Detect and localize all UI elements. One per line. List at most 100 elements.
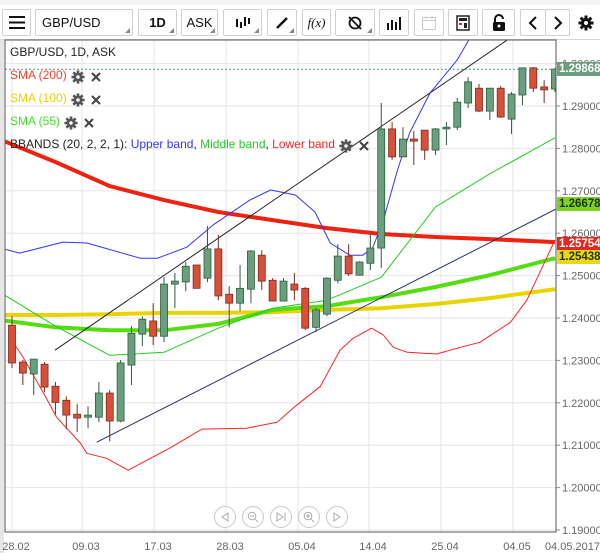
legend-indicator: SMA (200) [10, 64, 371, 87]
close-icon[interactable] [357, 138, 371, 152]
sma100-price-label: 1.25438 [557, 250, 600, 265]
bbands-upper-label: Upper band [130, 137, 194, 151]
gear-icon[interactable] [339, 138, 353, 153]
candle [388, 122, 397, 160]
candle [333, 244, 342, 284]
candle [323, 277, 331, 317]
close-icon[interactable] [82, 115, 96, 129]
candle-body [214, 248, 223, 297]
candle [138, 316, 147, 346]
candle-body [540, 86, 549, 91]
price-tick-label: 1.19000 [562, 525, 600, 537]
candle-body [388, 128, 397, 158]
indicator-label: SMA (100) [10, 91, 67, 105]
candle-body [475, 87, 483, 112]
candle-body [442, 126, 451, 130]
candle [170, 273, 179, 309]
candle [214, 234, 223, 301]
go-to-end-icon [276, 512, 286, 522]
candle [268, 278, 277, 302]
zoom-out-button[interactable] [242, 506, 264, 528]
date-tick-label: 04.05 [503, 541, 531, 553]
close-icon[interactable] [89, 92, 103, 106]
candle-body [366, 247, 375, 264]
candle-body [301, 287, 310, 329]
candle [301, 287, 310, 331]
candle [312, 308, 320, 332]
candle-body [247, 250, 255, 290]
candle [431, 128, 440, 156]
candle [8, 316, 16, 369]
legend-bbands: BBANDS (20, 2, 2, 1): Upper band , Middl… [10, 133, 371, 156]
candle-body [105, 392, 114, 422]
gear-icon[interactable] [71, 92, 85, 107]
bbands-label: BBANDS (20, 2, 2, 1): [10, 137, 131, 151]
candle [290, 273, 299, 301]
candle [40, 362, 49, 393]
candle [464, 77, 473, 109]
legend-indicator: SMA (100) [10, 87, 371, 110]
candle-body [225, 293, 234, 304]
candle-body [236, 287, 244, 304]
candle [366, 234, 375, 271]
candle [540, 80, 549, 104]
candle-body [116, 362, 125, 422]
candle [18, 359, 27, 385]
candle [62, 396, 71, 430]
candle [94, 382, 103, 423]
candle-body [73, 413, 82, 419]
candle [475, 83, 483, 112]
candle-body [138, 318, 147, 335]
indicator-label: SMA (55) [10, 114, 61, 128]
candle-body [257, 254, 266, 282]
candle [344, 244, 353, 277]
candle [279, 278, 288, 302]
bbands-middle-label: Middle band [200, 137, 266, 151]
legend-title: GBP/USD, 1D, ASK [10, 41, 371, 64]
date-tick-label: 28.03 [216, 541, 244, 553]
scroll-right-button[interactable] [326, 506, 348, 528]
chart-legend: GBP/USD, 1D, ASK SMA (200) SMA (100) SMA (… [10, 41, 371, 156]
candle-body [8, 324, 16, 364]
close-icon[interactable] [89, 69, 103, 83]
candle-body [399, 138, 407, 158]
candle [453, 97, 462, 131]
candle-body [192, 264, 201, 289]
candle-body [279, 280, 288, 302]
date-axis: 28.02 09.03 17.03 28.03 05.04 14.04 25.04 04.05… [2, 541, 600, 553]
candle-body [170, 280, 179, 285]
candle [160, 277, 168, 343]
scroll-left-button[interactable] [214, 506, 236, 528]
candle [529, 66, 538, 93]
zoom-in-button[interactable] [298, 506, 320, 528]
candle-body [507, 93, 516, 120]
candle [355, 261, 364, 276]
date-tick-label: 14.04 [359, 541, 387, 553]
candle [247, 250, 255, 304]
candle [116, 359, 125, 423]
candle [127, 326, 136, 385]
candle-body [431, 128, 440, 151]
price-tick-label: 1.28000 [562, 143, 600, 155]
date-tick-label: 05.04 [288, 541, 316, 553]
legend-title-text: GBP/USD, 1D, ASK [10, 45, 117, 59]
gear-icon[interactable] [64, 115, 78, 130]
candle-body [181, 265, 190, 283]
date-tick-label: 17.03 [144, 541, 172, 553]
candle-body [377, 128, 386, 249]
go-to-end-button[interactable] [270, 506, 292, 528]
current-price-label: 1.29868 [557, 62, 600, 77]
candle-body [453, 101, 462, 128]
candle [203, 225, 212, 282]
candle-body [94, 392, 103, 418]
candle [51, 382, 60, 415]
sma55-line [5, 256, 556, 333]
price-tick-label: 1.29000 [562, 101, 600, 113]
candle-body [40, 363, 49, 388]
legend-indicator: SMA (55) [10, 110, 371, 133]
price-axis: 1.300001.290001.280001.270001.260001.250… [556, 59, 600, 537]
candle [149, 303, 158, 346]
candle-body [529, 67, 538, 89]
zoom-in-icon [303, 511, 315, 523]
gear-icon[interactable] [71, 69, 85, 84]
